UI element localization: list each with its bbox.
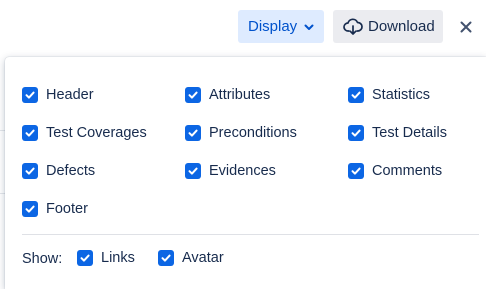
option-avatar[interactable]: Avatar: [158, 250, 224, 266]
option-label: Comments: [372, 163, 443, 179]
close-button[interactable]: [456, 17, 476, 37]
chevron-down-icon: [303, 21, 315, 33]
option-test-details[interactable]: Test Details: [348, 125, 447, 141]
display-button-label: Display: [248, 18, 298, 35]
show-label: Show:: [22, 251, 63, 267]
option-label: Links: [101, 250, 135, 266]
section-divider: [22, 234, 479, 235]
export-screen: Display Download Header Attributes Stati…: [0, 0, 486, 289]
checkbox-checked-icon[interactable]: [185, 163, 201, 179]
checkbox-checked-icon[interactable]: [158, 250, 174, 266]
close-icon: [460, 21, 472, 33]
checkbox-checked-icon[interactable]: [348, 125, 364, 141]
checkbox-checked-icon[interactable]: [185, 87, 201, 103]
checkbox-checked-icon[interactable]: [185, 125, 201, 141]
option-header[interactable]: Header: [22, 87, 94, 103]
display-options-popover: Header Attributes Statistics Test Covera…: [5, 57, 486, 289]
option-label: Preconditions: [209, 125, 297, 141]
checkbox-checked-icon[interactable]: [22, 125, 38, 141]
option-statistics[interactable]: Statistics: [348, 87, 430, 103]
option-preconditions[interactable]: Preconditions: [185, 125, 297, 141]
option-comments[interactable]: Comments: [348, 163, 442, 179]
option-defects[interactable]: Defects: [22, 163, 95, 179]
checkbox-checked-icon[interactable]: [348, 87, 364, 103]
option-links[interactable]: Links: [77, 250, 135, 266]
option-label: Attributes: [209, 87, 271, 103]
checkbox-checked-icon[interactable]: [77, 250, 93, 266]
option-label: Statistics: [372, 87, 431, 103]
download-button[interactable]: Download: [333, 10, 443, 43]
option-evidences[interactable]: Evidences: [185, 163, 276, 179]
checkbox-checked-icon[interactable]: [22, 163, 38, 179]
option-footer[interactable]: Footer: [22, 201, 88, 217]
option-test-coverages[interactable]: Test Coverages: [22, 125, 147, 141]
option-label: Header: [46, 87, 94, 103]
option-label: Test Details: [372, 125, 447, 141]
checkbox-checked-icon[interactable]: [22, 87, 38, 103]
option-label: Avatar: [182, 250, 224, 266]
checkbox-checked-icon[interactable]: [348, 163, 364, 179]
display-button[interactable]: Display: [238, 10, 324, 43]
option-label: Footer: [46, 201, 88, 217]
cloud-download-icon: [343, 17, 363, 36]
option-label: Test Coverages: [46, 125, 147, 141]
option-attributes[interactable]: Attributes: [185, 87, 270, 103]
checkbox-checked-icon[interactable]: [22, 201, 38, 217]
option-label: Defects: [46, 163, 96, 179]
download-button-label: Download: [368, 18, 435, 35]
option-label: Evidences: [209, 163, 276, 179]
